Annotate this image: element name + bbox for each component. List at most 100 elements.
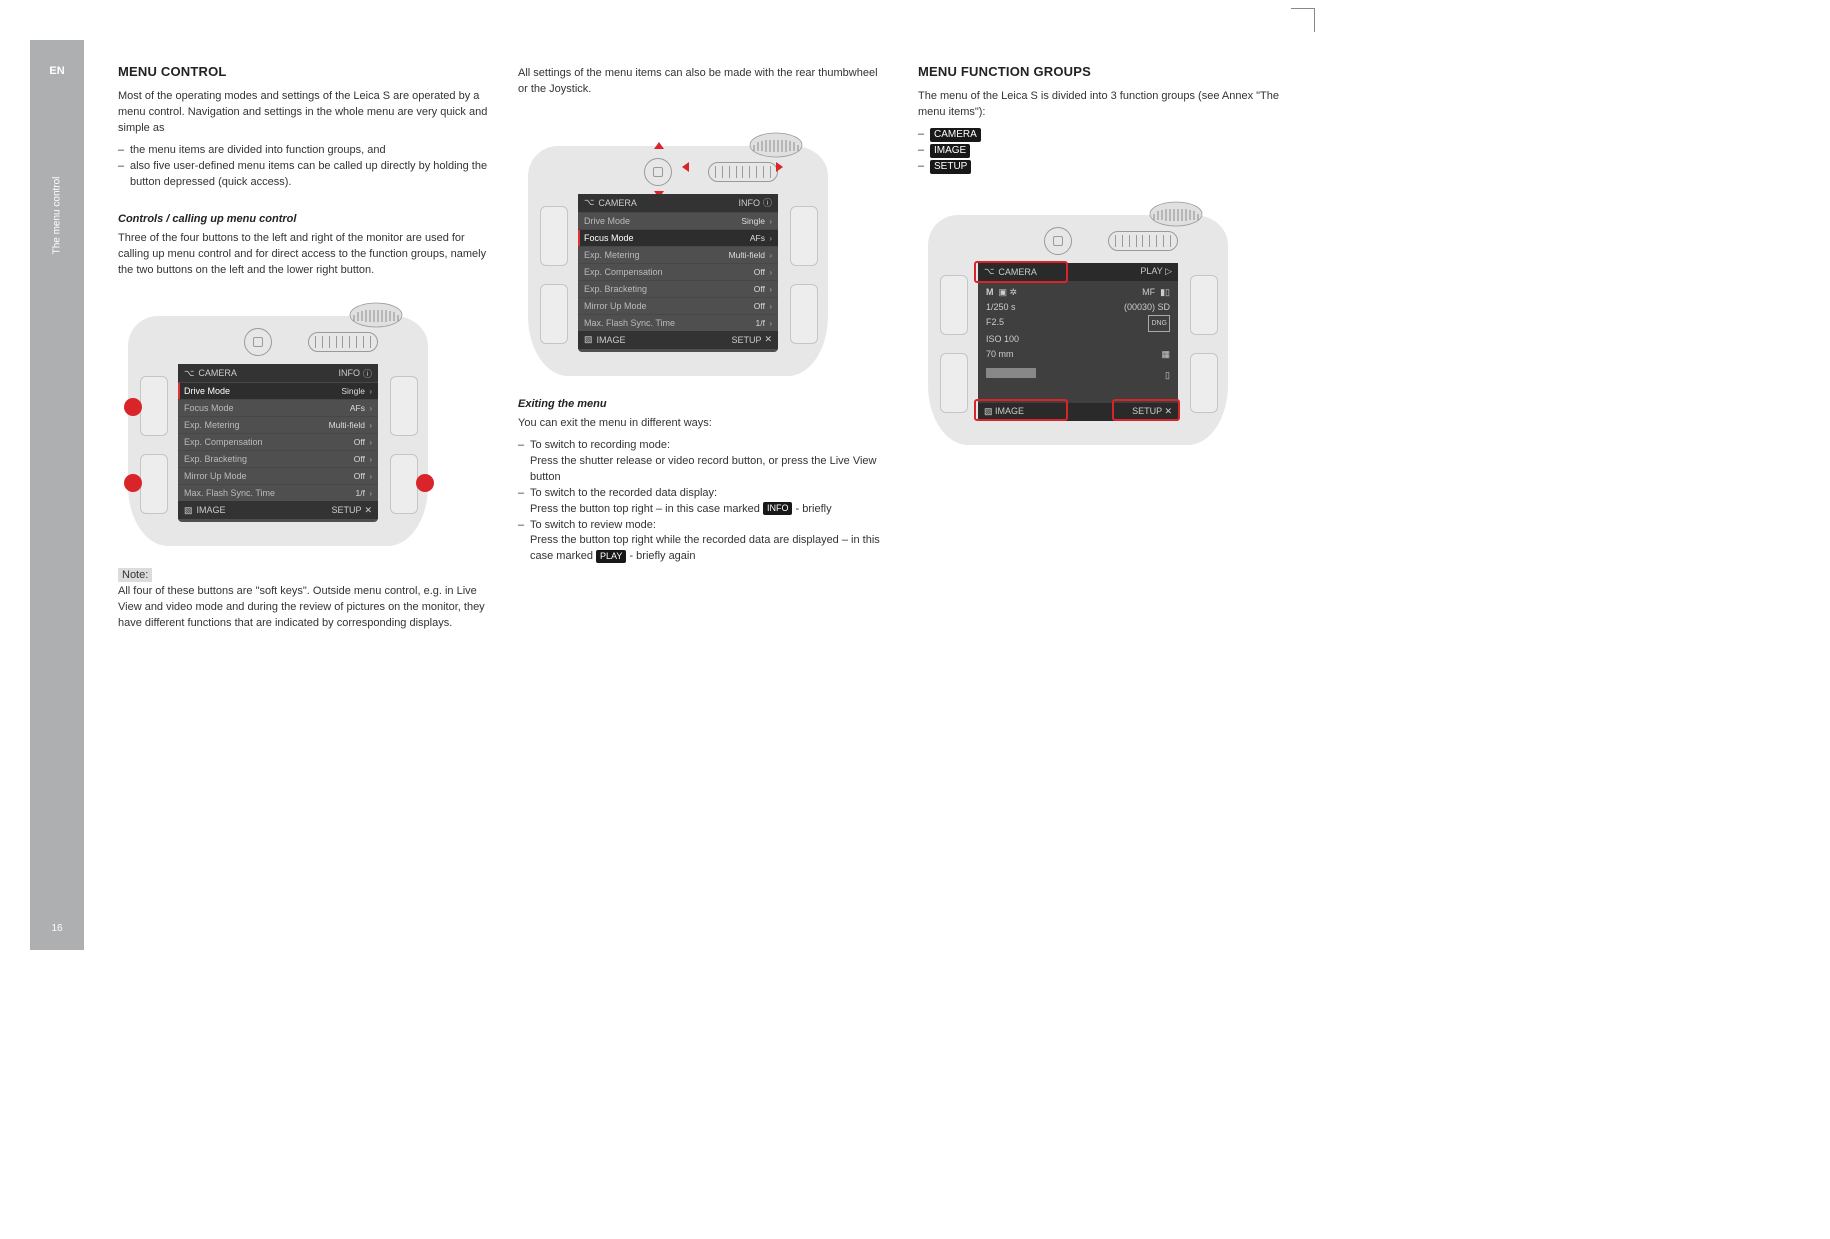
footer-image-label: IMAGE: [197, 505, 226, 515]
exit3-post: - briefly again: [626, 550, 695, 562]
joystick-arrows: [632, 144, 684, 196]
soft-button-top-right: [390, 376, 418, 436]
monitor-footer: ▧IMAGE SETUP✕: [178, 501, 378, 519]
menu-row: Max. Flash Sync. Time1/f ›: [178, 484, 378, 501]
monitor-header: ⌥CAMERA INFOⓘ: [578, 194, 778, 212]
menu-row: Exp. MeteringMulti-field ›: [178, 416, 378, 433]
exit-intro: You can exit the menu in different ways:: [518, 416, 890, 432]
menu-row: Exp. CompensationOff ›: [178, 433, 378, 450]
menu-row: Max. Flash Sync. Time1/f ›: [578, 314, 778, 331]
highlight-box-image: [974, 399, 1068, 421]
camera-illustration-1: ⌥CAMERA INFOⓘ Drive ModeSingle ›Focus Mo…: [118, 286, 438, 546]
metering-icon: ▣: [999, 287, 1008, 297]
arrow-left-icon: [682, 162, 689, 172]
sidebar-section-label: The menu control: [52, 177, 63, 255]
menu-row: Focus ModeAFs ›: [178, 399, 378, 416]
exit-item-2: To switch to the recorded data display: …: [518, 486, 890, 518]
mf-label: MF: [1142, 287, 1155, 297]
image-pill: IMAGE: [930, 144, 970, 158]
camera-illustration-3: ⌥CAMERA PLAY ▷ M ▣ ✲MF ▮▯ 1/250 s(00030)…: [918, 185, 1238, 445]
arrow-up-icon: [654, 142, 664, 149]
info-icon: ⓘ: [363, 367, 372, 380]
exit-list: To switch to recording mode: Press the s…: [518, 438, 890, 566]
thumbwheel-icon: [708, 162, 778, 182]
manual-page: EN The menu control 16 MENU CONTROL Most…: [30, 40, 1310, 950]
menu-row: Drive ModeSingle ›: [578, 212, 778, 229]
column-2: All settings of the menu items can also …: [518, 64, 890, 930]
menu-row: Mirror Up ModeOff ›: [178, 467, 378, 484]
heading-menu-control: MENU CONTROL: [118, 64, 490, 79]
intro-bullets: the menu items are divided into function…: [118, 143, 490, 191]
exit3-head: To switch to review mode:: [530, 519, 656, 531]
soft-button-bottom-right: [1190, 353, 1218, 413]
highlight-dot-icon: [416, 474, 434, 492]
monitor-rows: Drive ModeSingle ›Focus ModeAFs ›Exp. Me…: [178, 382, 378, 501]
thumbwheel-icon: [1108, 231, 1178, 251]
footer-setup-label: SETUP: [731, 335, 761, 345]
header-play-label: PLAY: [1140, 266, 1162, 276]
col2-intro: All settings of the menu items can also …: [518, 66, 890, 98]
subheading-exiting: Exiting the menu: [518, 398, 890, 410]
page-number: 16: [51, 923, 62, 934]
play-pill: PLAY: [596, 550, 626, 563]
sidebar: EN The menu control 16: [30, 40, 84, 950]
thumbwheel-icon: [308, 332, 378, 352]
header-info-label: INFO: [338, 368, 360, 378]
soft-button-bottom-left: [540, 284, 568, 344]
exit-item-3: To switch to review mode: Press the butt…: [518, 518, 890, 566]
soft-button-top-left: [940, 275, 968, 335]
wb-icon: ✲: [1010, 287, 1018, 297]
column-1: MENU CONTROL Most of the operating modes…: [118, 64, 490, 930]
menu-row: Exp. BracketingOff ›: [178, 450, 378, 467]
monitor-header: ⌥CAMERA INFOⓘ: [178, 364, 378, 382]
camera-pill: CAMERA: [930, 128, 981, 142]
soft-button-bottom-left: [140, 454, 168, 514]
monitor-screen-1: ⌥CAMERA INFOⓘ Drive ModeSingle ›Focus Mo…: [178, 364, 378, 522]
footer-image-label: IMAGE: [597, 335, 626, 345]
live-view-button-icon: [1044, 227, 1072, 255]
menu-row: Focus ModeAFs ›: [578, 229, 778, 246]
mode-value: M: [986, 287, 994, 297]
top-dial-icon: [1148, 199, 1204, 229]
content-columns: MENU CONTROL Most of the operating modes…: [118, 64, 1290, 930]
exit3-pre: Press the button top right while the rec…: [530, 534, 880, 562]
header-camera-label: CAMERA: [198, 368, 237, 378]
image-icon: ▧: [584, 334, 593, 345]
controls-text: Three of the four buttons to the left an…: [118, 231, 490, 279]
info-body: M ▣ ✲MF ▮▯ 1/250 s(00030) SD F2.5DNG ISO…: [978, 281, 1178, 387]
bullet-2: also five user-defined menu items can be…: [118, 159, 490, 191]
soft-button-bottom-right: [790, 284, 818, 344]
bullet-1: the menu items are divided into function…: [118, 143, 490, 159]
aperture-value: F2.5: [986, 315, 1004, 332]
heading-function-groups: MENU FUNCTION GROUPS: [918, 64, 1290, 79]
monitor-screen-3: ⌥CAMERA PLAY ▷ M ▣ ✲MF ▮▯ 1/250 s(00030)…: [978, 263, 1178, 421]
header-info-label: INFO: [738, 198, 760, 208]
play-icon: ▷: [1165, 266, 1172, 276]
subheading-controls: Controls / calling up menu control: [118, 213, 490, 225]
menu-row: Exp. BracketingOff ›: [578, 280, 778, 297]
menu-row: Drive ModeSingle ›: [178, 382, 378, 399]
exit1-body: Press the shutter release or video recor…: [530, 455, 876, 483]
groups-list: CAMERA IMAGE SETUP: [918, 127, 1290, 175]
setup-pill: SETUP: [930, 160, 971, 174]
monitor-footer: ▧ IMAGE SETUP✕: [578, 331, 778, 349]
soft-button-bottom-left: [940, 353, 968, 413]
groups-intro: The menu of the Leica S is divided into …: [918, 89, 1290, 121]
setup-icon: ✕: [364, 505, 372, 516]
soft-button-top-right: [790, 206, 818, 266]
exit-item-1: To switch to recording mode: Press the s…: [518, 438, 890, 486]
battery-icon: ▮▯: [1160, 287, 1170, 297]
group-image: IMAGE: [918, 143, 1290, 159]
menu-row: Mirror Up ModeOff ›: [578, 297, 778, 314]
shutter-value: 1/250 s: [986, 300, 1016, 315]
info-icon: ⓘ: [763, 196, 772, 209]
dng-badge: DNG: [1148, 315, 1170, 332]
top-dial-icon: [748, 130, 804, 160]
exit2-post: - briefly: [792, 503, 831, 515]
histogram-icon: [986, 368, 1036, 378]
column-3: MENU FUNCTION GROUPS The menu of the Lei…: [918, 64, 1290, 930]
intro-text: Most of the operating modes and settings…: [118, 89, 490, 137]
arrow-right-icon: [776, 162, 783, 172]
setup-icon: ✕: [764, 334, 772, 345]
soft-button-bottom-right: [390, 454, 418, 514]
